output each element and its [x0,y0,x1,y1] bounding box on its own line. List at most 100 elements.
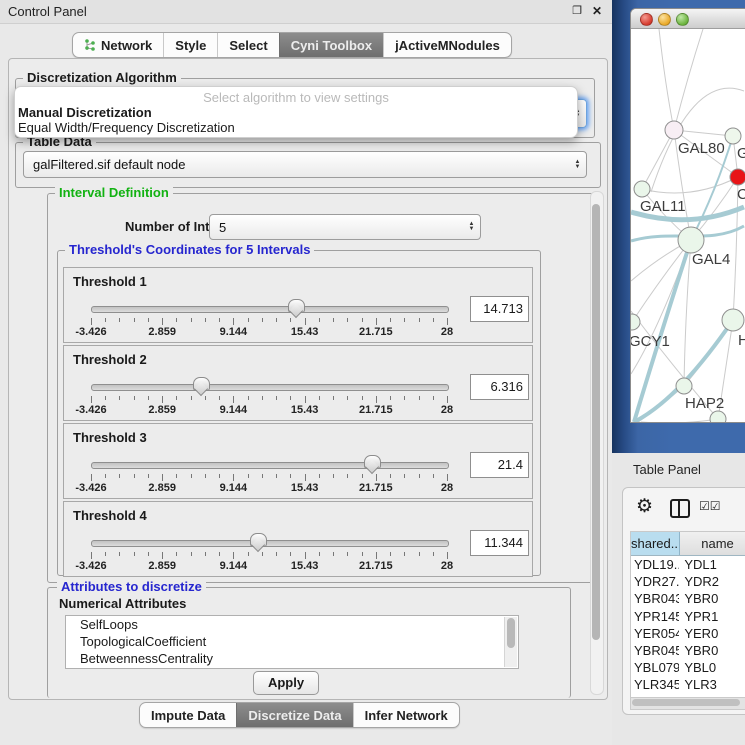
attribute-item[interactable]: SelfLoops [66,616,518,633]
cell-shared-name[interactable]: YBL079W [631,659,679,676]
scrollbar-thumb[interactable] [507,618,515,648]
cell-name[interactable]: YLR3 [679,676,745,693]
close-panel-icon[interactable]: ✕ [590,4,604,18]
cell-shared-name[interactable]: YBR045C [631,642,679,659]
threshold-slider[interactable]: -3.4262.8599.14415.4321.71528 [91,532,447,572]
apply-button[interactable]: Apply [253,671,319,695]
cell-name[interactable]: YER0 [679,625,745,642]
combo-stepper-icon[interactable]: ▲▼ [569,152,586,177]
table-row[interactable]: YBL079WYBL0 [631,659,745,676]
cell-shared-name[interactable]: YDL19... [631,556,679,573]
cell-shared-name[interactable]: YBR043C [631,590,679,607]
combo-stepper-icon[interactable]: ▲▼ [463,215,480,239]
minor-tick [319,474,320,478]
close-window-icon[interactable] [640,13,653,26]
cell-shared-name[interactable]: YDR27... [631,573,679,590]
threshold-slider[interactable]: -3.4262.8599.14415.4321.71528 [91,376,447,416]
cell-shared-name[interactable]: YPR145W [631,608,679,625]
columns-icon[interactable] [670,499,690,518]
network-node-h[interactable] [722,309,744,331]
cell-name[interactable]: YDR2 [679,573,745,590]
num-intervals-combo[interactable]: 5 ▲▼ [209,214,481,240]
network-node-ga[interactable] [725,128,741,144]
slider-track[interactable] [91,540,449,547]
network-edge[interactable] [632,240,691,322]
tab-cyni-toolbox[interactable]: Cyni Toolbox [279,33,383,57]
tab-discretize-data[interactable]: Discretize Data [236,703,352,727]
network-node-c[interactable] [730,169,745,185]
table-row[interactable]: YDR27...YDR2 [631,573,745,590]
tab-impute-data[interactable]: Impute Data [140,703,236,727]
select-columns-checkboxes-icon[interactable]: ☑☑ [699,499,721,513]
cell-name[interactable]: YDL1 [679,556,745,573]
table-horizontal-scrollbar[interactable] [630,697,745,710]
network-node-gal80[interactable] [665,121,683,139]
table-row[interactable]: YDL19...YDL1 [631,556,745,573]
tab-style[interactable]: Style [163,33,217,57]
attribute-item[interactable]: BetweennessCentrality [66,650,518,667]
float-window-icon[interactable]: ❐ [570,4,584,18]
network-edge[interactable] [642,177,738,193]
network-window-titlebar[interactable] [631,9,745,29]
threshold-slider[interactable]: -3.4262.8599.14415.4321.71528 [91,298,447,338]
threshold-value-field[interactable]: 11.344 [470,530,529,556]
table-row[interactable]: YBR045CYBR0 [631,642,745,659]
cell-name[interactable]: YBR0 [679,642,745,659]
slider-thumb[interactable] [364,455,381,469]
app-screen: Control Panel ❐ ✕ NetworkStyleSelectCyni… [0,0,745,745]
slider-track[interactable] [91,462,449,469]
cell-name[interactable]: YBR0 [679,590,745,607]
numerical-attributes-list[interactable]: SelfLoopsTopologicalCoefficientBetweenne… [65,615,519,669]
table-row[interactable]: YBR043CYBR0 [631,590,745,607]
slider-thumb[interactable] [288,299,305,313]
algorithm-option-equal-width[interactable]: Equal Width/Frequency Discretization [18,120,235,135]
network-node-gcy1[interactable] [631,314,640,330]
network-edge[interactable] [659,29,674,130]
scrollbar-thumb[interactable] [632,699,740,706]
attribute-item[interactable]: TopologicalCoefficient [66,633,518,650]
table-row[interactable]: YLR345WYLR3 [631,676,745,693]
tab-network[interactable]: Network [73,33,163,57]
slider-track[interactable] [91,384,449,391]
network-node[interactable] [710,411,726,422]
scrollbar-thumb[interactable] [592,204,600,640]
network-node-hap2[interactable] [676,378,692,394]
network-edge[interactable] [634,240,691,422]
tab-jactivemnodules[interactable]: jActiveMNodules [383,33,511,57]
network-node-gal11[interactable] [634,181,650,197]
threshold-value-field[interactable]: 21.4 [470,452,529,478]
network-edge[interactable] [641,419,718,422]
tick-label: 2.859 [148,404,176,416]
table-data-combo[interactable]: galFiltered.sif default node ▲▼ [23,151,587,178]
minor-tick [134,318,135,322]
column-header-shared-name[interactable]: shared... [631,532,680,555]
cell-name[interactable]: YPR1 [679,608,745,625]
slider-thumb[interactable] [250,533,267,547]
network-edge[interactable] [674,29,703,130]
threshold-value-field[interactable]: 14.713 [470,296,529,322]
algorithm-option-manual[interactable]: Manual Discretization [18,105,152,120]
zoom-window-icon[interactable] [676,13,689,26]
table-row[interactable]: YER054CYER0 [631,625,745,642]
network-canvas[interactable]: GAL80GACGAL11GAL4GCY1HHAP2 [631,29,745,422]
minimize-window-icon[interactable] [658,13,671,26]
panel-scrollbar[interactable] [590,191,604,695]
cell-shared-name[interactable]: YER054C [631,625,679,642]
threshold-slider[interactable]: -3.4262.8599.14415.4321.71528 [91,454,447,494]
cell-shared-name[interactable]: YLR345W [631,676,679,693]
threshold-value-field[interactable]: 6.316 [470,374,529,400]
gear-icon[interactable]: ⚙ [636,495,653,518]
network-edge[interactable] [631,240,691,374]
tab-infer-network[interactable]: Infer Network [353,703,459,727]
major-tick [305,396,306,403]
tab-label: Cyni Toolbox [291,38,372,53]
attributes-scrollbar[interactable] [504,617,517,667]
network-edge[interactable] [642,130,674,189]
cell-name[interactable]: YBL0 [679,659,745,676]
slider-track[interactable] [91,306,449,313]
column-header-name[interactable]: name [680,532,745,555]
tab-select[interactable]: Select [217,33,278,57]
table-row[interactable]: YPR145WYPR1 [631,608,745,625]
slider-thumb[interactable] [193,377,210,391]
network-node-gal4[interactable] [678,227,704,253]
